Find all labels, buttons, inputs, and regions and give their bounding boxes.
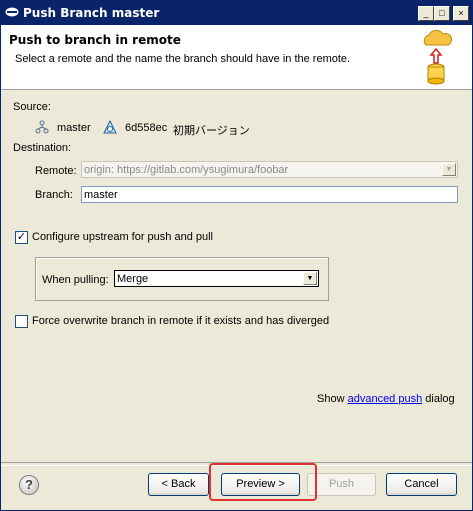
dialog-header: Push to branch in remote Select a remote… [1, 25, 472, 90]
push-button: Push [307, 473, 376, 496]
advanced-suffix: dialog [425, 393, 455, 405]
advanced-push-row: Show advanced push dialog [317, 393, 455, 405]
remote-select-value: origin: https://gitlab.com/ysugimura/foo… [84, 164, 289, 176]
source-commit-message: 初期バージョン [173, 125, 250, 137]
push-branch-dialog: Push Branch master _ □ × Push to branch … [0, 0, 473, 511]
branch-icon [35, 120, 49, 134]
source-commit-id: 6d558ec [125, 122, 168, 134]
remote-select[interactable]: origin: https://gitlab.com/ysugimura/foo… [81, 161, 458, 178]
remote-label: Remote: [35, 165, 77, 177]
advanced-prefix: Show [317, 393, 345, 405]
title-bar[interactable]: Push Branch master _ □ × [1, 1, 472, 25]
cloud-push-icon [418, 27, 454, 87]
source-branch-name: master [57, 122, 91, 134]
when-pulling-label: When pulling: [42, 274, 109, 286]
header-title: Push to branch in remote [9, 33, 181, 47]
upstream-label: Configure upstream for push and pull [32, 231, 213, 243]
back-button[interactable]: < Back [148, 473, 209, 496]
when-pulling-value: Merge [117, 273, 149, 285]
preview-highlight [209, 463, 317, 501]
source-label: Source: [13, 101, 51, 113]
force-overwrite-label: Force overwrite branch in remote if it e… [32, 315, 330, 327]
when-pulling-select[interactable]: Merge ▼ [114, 270, 319, 287]
window-title: Push Branch master [23, 6, 160, 20]
header-description: Select a remote and the name the branch … [15, 53, 351, 65]
force-overwrite-checkbox[interactable] [15, 315, 28, 328]
cancel-button[interactable]: Cancel [386, 473, 457, 496]
close-button[interactable]: × [453, 6, 469, 21]
window-icon [5, 7, 19, 17]
minimize-button[interactable]: _ [418, 6, 434, 21]
upstream-checkbox[interactable]: ✓ [15, 231, 28, 244]
commit-icon [103, 119, 117, 134]
branch-input[interactable]: master [81, 186, 458, 203]
destination-label: Destination: [13, 142, 72, 154]
help-icon[interactable]: ? [19, 475, 39, 495]
dropdown-arrow-icon: ▼ [442, 163, 456, 176]
advanced-push-link[interactable]: advanced push [348, 393, 423, 405]
maximize-button[interactable]: □ [434, 6, 450, 21]
branch-label: Branch: [35, 189, 73, 201]
dropdown-arrow-icon[interactable]: ▼ [303, 272, 317, 285]
